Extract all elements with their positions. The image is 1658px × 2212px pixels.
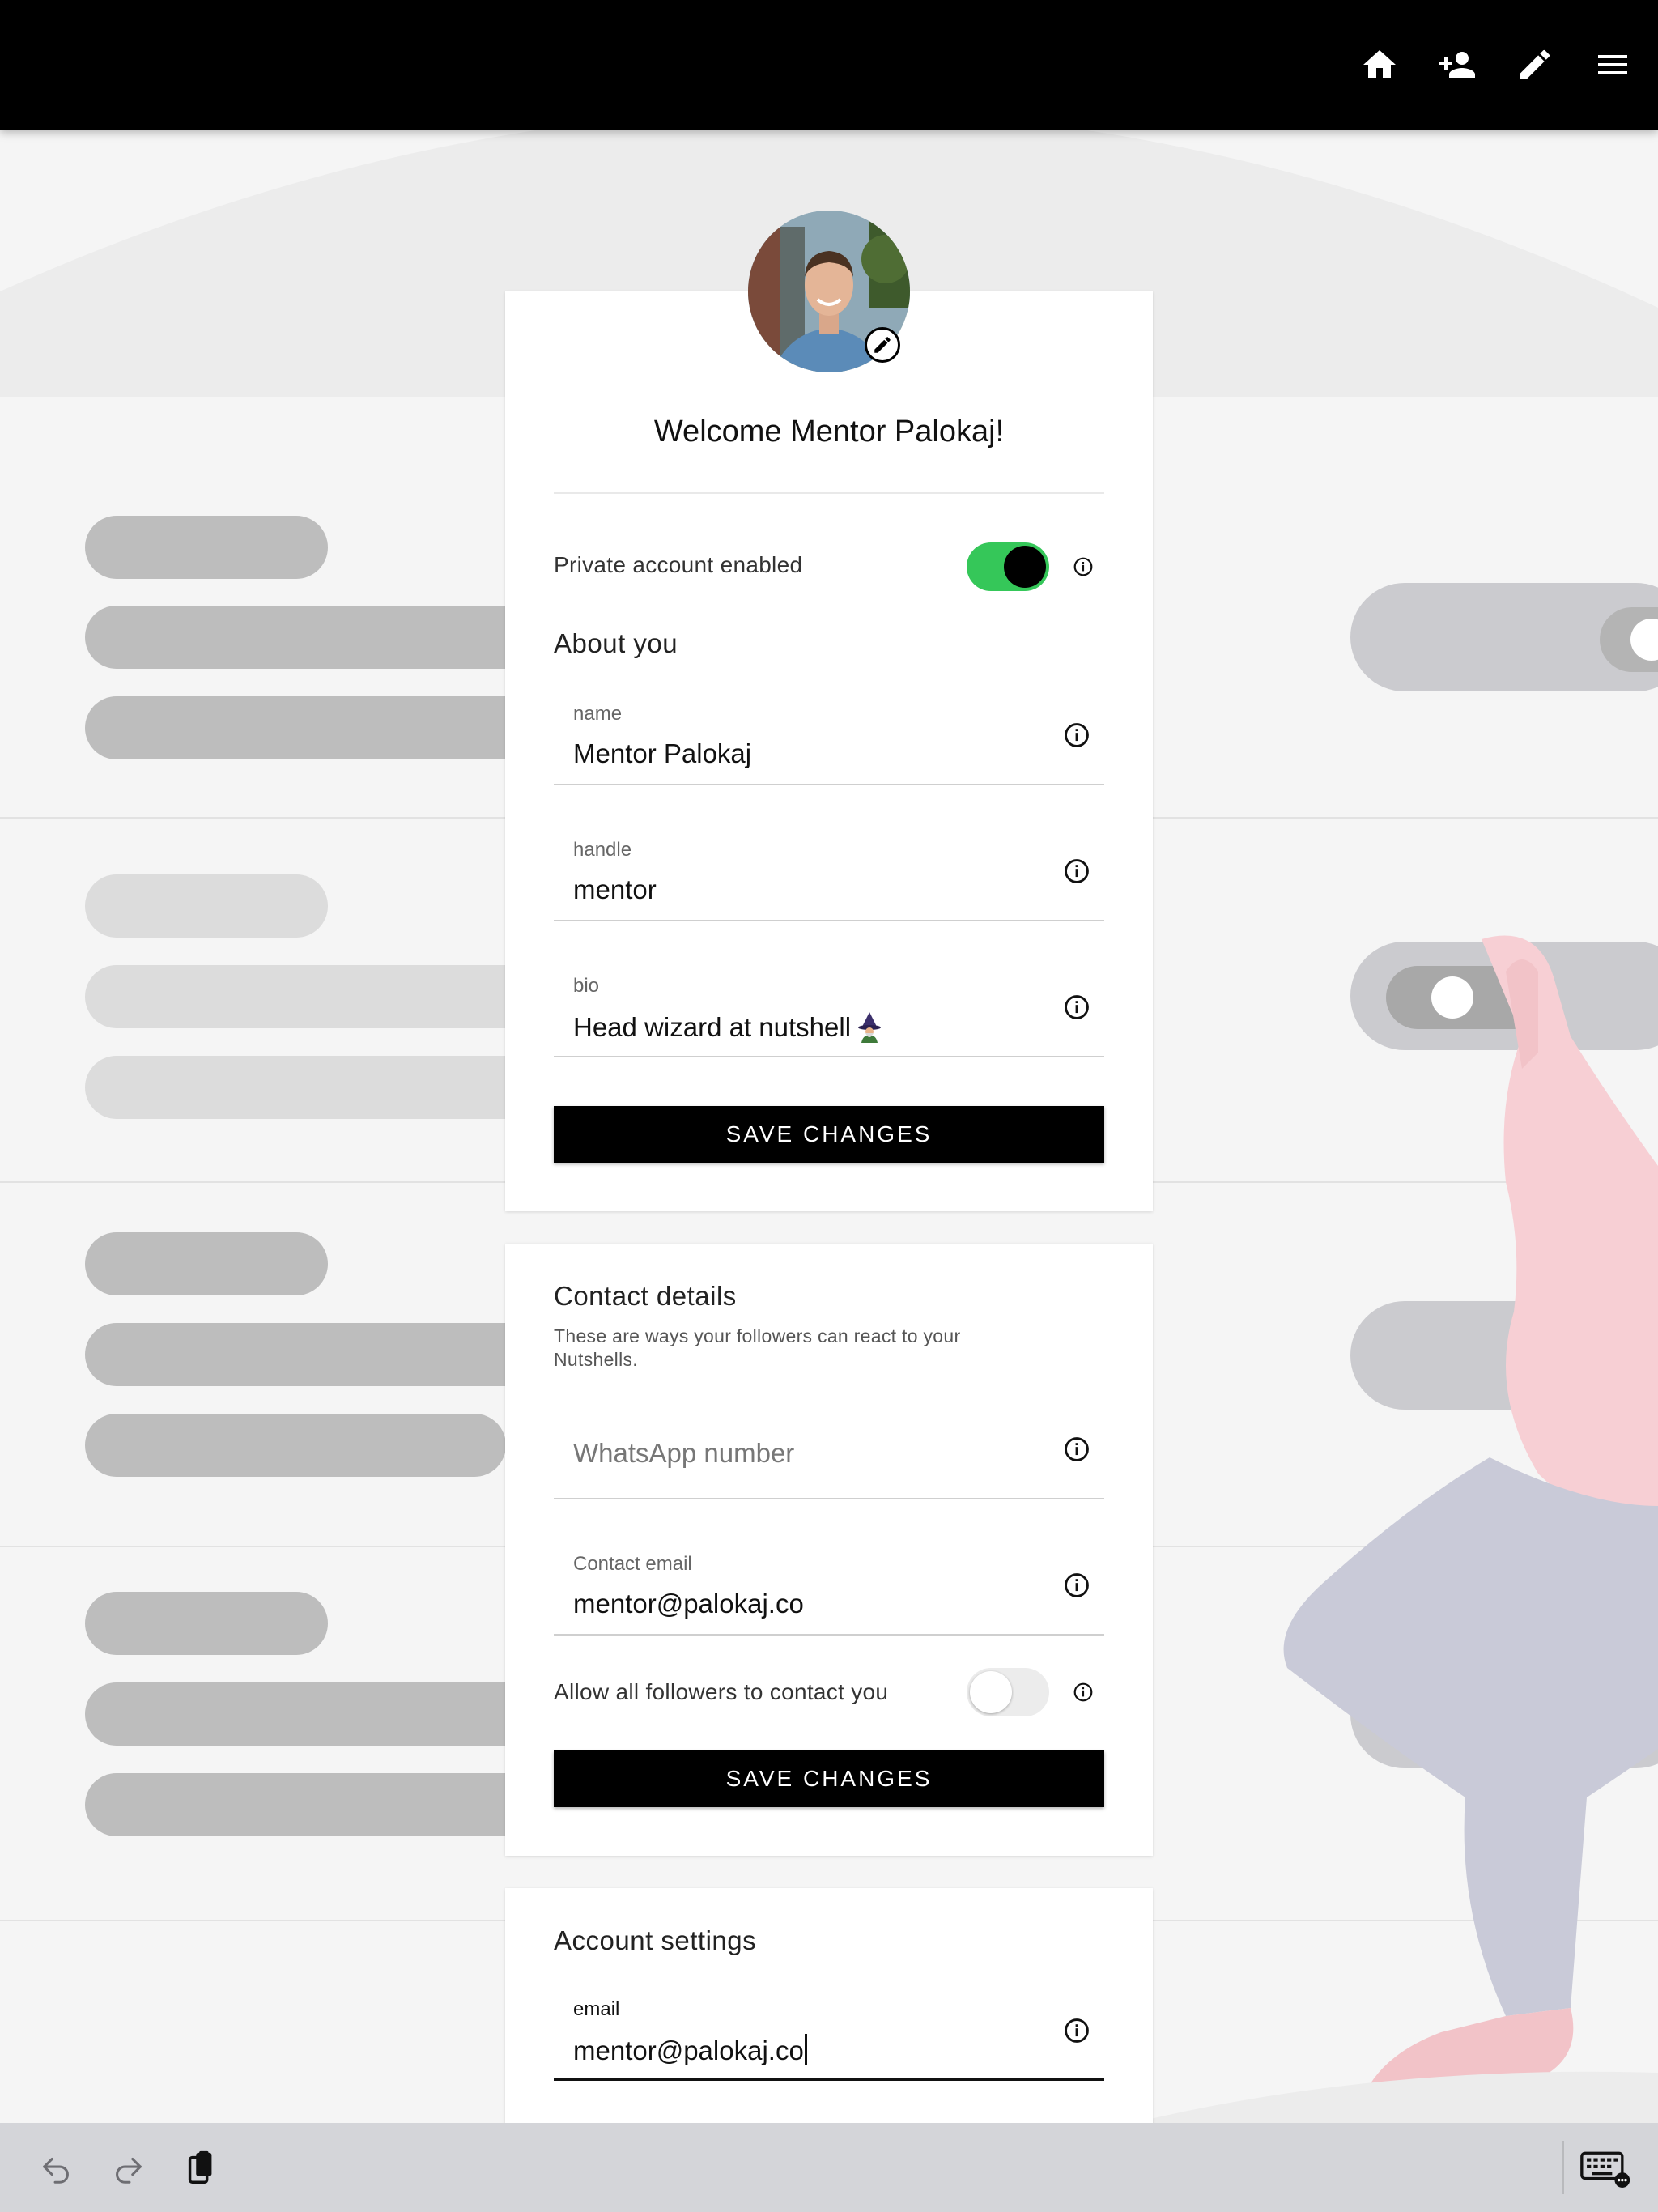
info-icon[interactable] bbox=[1062, 721, 1091, 750]
name-field[interactable]: name Mentor Palokaj bbox=[554, 688, 1104, 785]
contact-email-value[interactable]: mentor@palokaj.co bbox=[573, 1589, 804, 1619]
contact-details-title: Contact details bbox=[554, 1281, 737, 1311]
info-icon[interactable] bbox=[1069, 552, 1098, 581]
top-navigation-bar bbox=[0, 0, 1658, 130]
contact-email-field[interactable]: Contact email mentor@palokaj.co bbox=[554, 1538, 1104, 1636]
account-email-field[interactable]: email mentor@palokaj.co bbox=[554, 1984, 1104, 2081]
name-field-label: name bbox=[573, 703, 623, 725]
bio-field[interactable]: bio Head wizard at nutshell bbox=[554, 960, 1104, 1057]
allow-contact-toggle[interactable] bbox=[967, 1668, 1049, 1716]
account-settings-title: Account settings bbox=[554, 1925, 757, 1955]
info-icon[interactable] bbox=[1069, 1678, 1098, 1707]
add-person-icon[interactable] bbox=[1435, 42, 1480, 87]
wizard-emoji-icon bbox=[858, 1012, 882, 1043]
contact-details-subtitle: These are ways your followers can react … bbox=[554, 1325, 961, 1370]
save-changes-button[interactable]: SAVE CHANGES bbox=[554, 1750, 1104, 1807]
handle-field-label: handle bbox=[573, 839, 632, 861]
bio-field-label: bio bbox=[573, 975, 600, 997]
account-email-value: mentor@palokaj.co bbox=[573, 2035, 804, 2065]
avatar-edit-icon[interactable] bbox=[865, 327, 900, 363]
toggle-knob bbox=[970, 1671, 1012, 1713]
undo-icon[interactable] bbox=[36, 2147, 78, 2189]
text-caret bbox=[804, 2034, 807, 2065]
contact-details-card: Contact details These are ways your foll… bbox=[505, 1244, 1153, 1856]
whatsapp-placeholder[interactable]: WhatsApp number bbox=[573, 1438, 794, 1469]
toggle-knob bbox=[1004, 546, 1046, 588]
account-email-label: email bbox=[573, 1998, 620, 2020]
redo-icon[interactable] bbox=[107, 2147, 149, 2189]
welcome-title: Welcome Mentor Palokaj! bbox=[653, 415, 1005, 449]
bio-field-value[interactable]: Head wizard at nutshell bbox=[573, 1010, 883, 1043]
about-you-title: About you bbox=[554, 628, 678, 658]
info-icon[interactable] bbox=[1062, 1571, 1091, 1600]
handle-field[interactable]: handle mentor bbox=[554, 824, 1104, 921]
info-icon[interactable] bbox=[1062, 857, 1091, 886]
menu-icon[interactable] bbox=[1590, 42, 1635, 87]
keyboard-icon[interactable] bbox=[1579, 2147, 1632, 2189]
info-icon[interactable] bbox=[1062, 993, 1091, 1022]
toolbar-separator bbox=[1562, 2141, 1564, 2194]
bio-text: Head wizard at nutshell bbox=[573, 1012, 852, 1042]
profile-card: Welcome Mentor Palokaj! Private account … bbox=[505, 291, 1153, 1211]
keyboard-shortcut-bar bbox=[0, 2123, 1658, 2212]
allow-contact-label: Allow all followers to contact you bbox=[554, 1679, 889, 1704]
contact-email-label: Contact email bbox=[573, 1553, 692, 1575]
account-settings-card: Account settings email mentor@palokaj.co bbox=[505, 1888, 1153, 2131]
handle-field-value[interactable]: mentor bbox=[573, 874, 657, 905]
account-email-input[interactable]: mentor@palokaj.co bbox=[573, 2034, 807, 2066]
whatsapp-field[interactable]: WhatsApp number bbox=[554, 1402, 1104, 1499]
edit-pencil-icon[interactable] bbox=[1512, 42, 1558, 87]
save-changes-button[interactable]: SAVE CHANGES bbox=[554, 1106, 1104, 1163]
info-icon[interactable] bbox=[1062, 2016, 1091, 2045]
name-field-value[interactable]: Mentor Palokaj bbox=[573, 738, 751, 769]
divider bbox=[554, 492, 1104, 494]
clipboard-icon[interactable] bbox=[180, 2147, 222, 2189]
private-account-label: Private account enabled bbox=[554, 552, 803, 577]
info-icon[interactable] bbox=[1062, 1435, 1091, 1464]
home-icon[interactable] bbox=[1357, 42, 1402, 87]
private-account-toggle[interactable] bbox=[967, 542, 1049, 591]
